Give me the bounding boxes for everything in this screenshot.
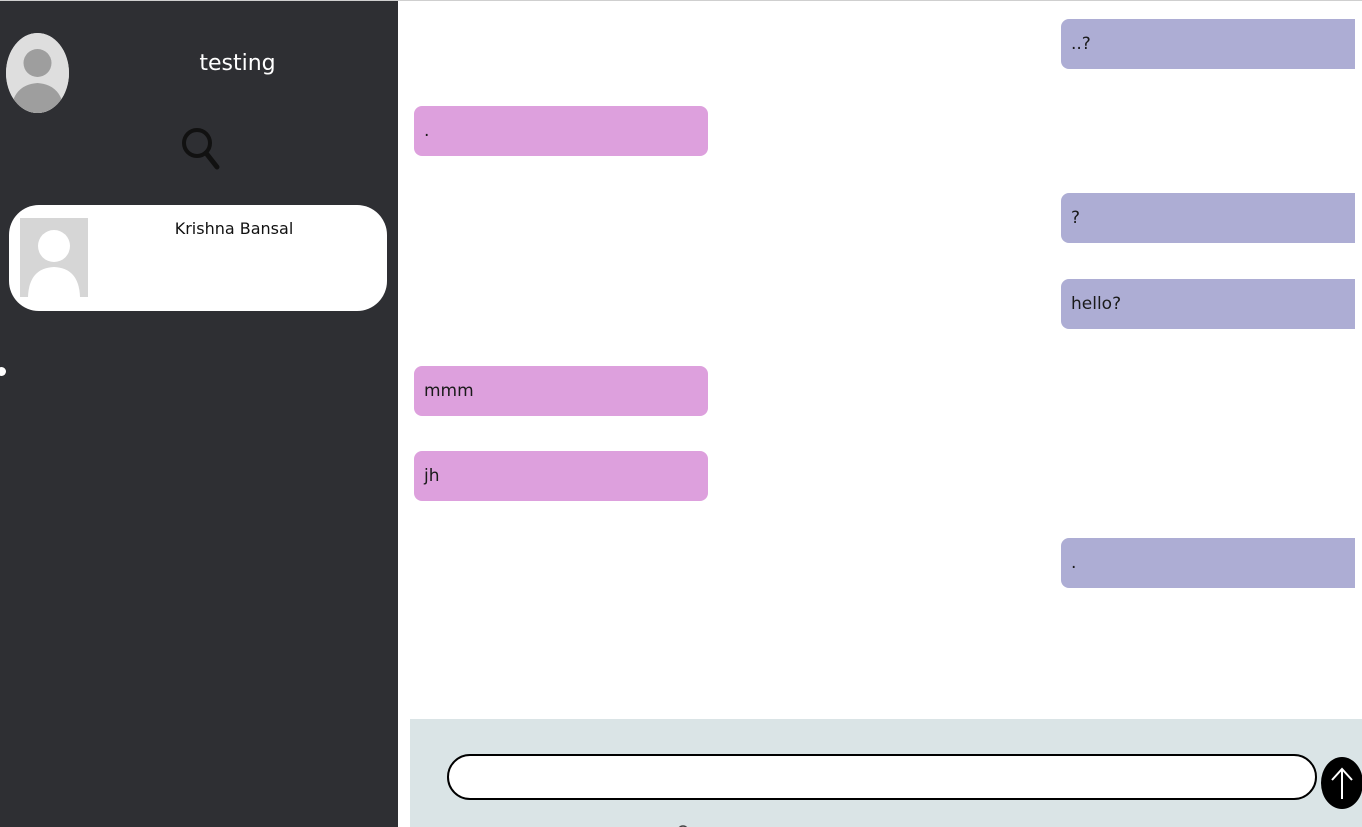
chat-app: testing Krishna Bansal ..? . ? hello? mm… [0,0,1362,827]
incoming-message: mmm [414,366,708,416]
contact-item[interactable]: Krishna Bansal [9,205,387,311]
user-avatar[interactable] [6,33,69,113]
default-avatar-icon [20,218,88,297]
outgoing-message: ? [1061,193,1355,243]
contact-avatar [20,218,88,297]
user-silhouette-icon [6,33,69,113]
outgoing-message: hello? [1061,279,1355,329]
edge-dot [0,367,6,376]
incoming-message: jh [414,451,708,501]
search-icon [182,128,220,170]
user-name: testing [199,51,276,76]
contact-name: Krishna Bansal [174,219,294,238]
send-button[interactable] [1321,757,1362,809]
outgoing-message: ..? [1061,19,1355,69]
chat-panel: ..? . ? hello? mmm jh . [398,1,1362,827]
message-input[interactable] [447,754,1317,800]
incoming-message: . [414,106,708,156]
outgoing-message: . [1061,538,1355,588]
arrow-up-icon [1331,767,1353,799]
search-button[interactable] [180,125,224,171]
partial-icon [678,825,688,827]
message-composer [410,719,1362,827]
sidebar: testing Krishna Bansal [0,1,398,827]
